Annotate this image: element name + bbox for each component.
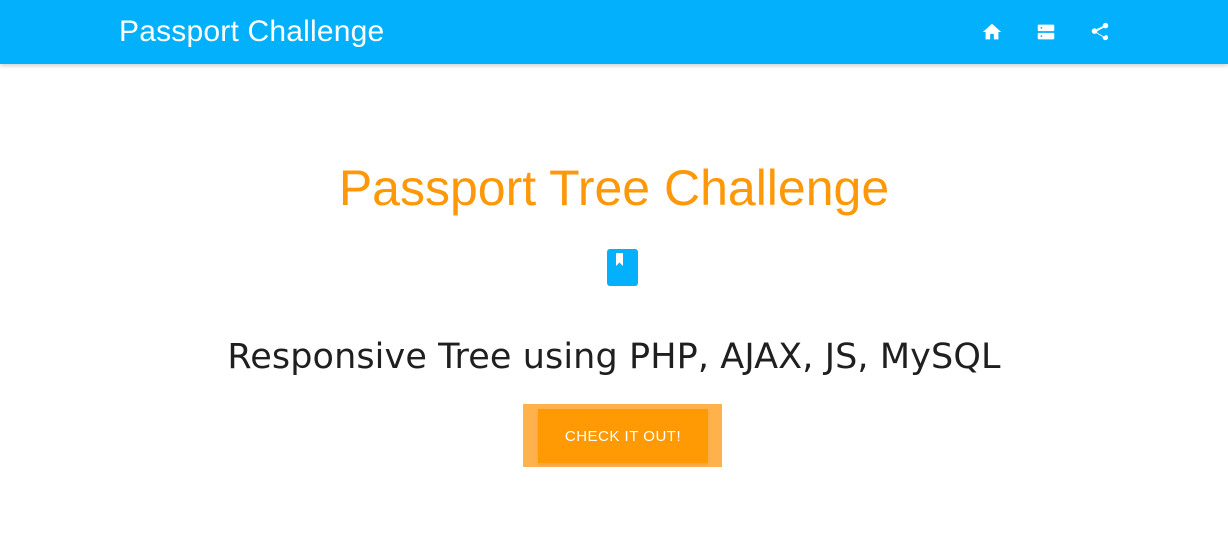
hero-title: Passport Tree Challenge [338, 160, 890, 216]
share-icon[interactable] [1084, 16, 1116, 48]
home-icon[interactable] [976, 16, 1008, 48]
brand-link[interactable]: Passport Challenge [119, 13, 384, 51]
server-icon[interactable] [1030, 16, 1062, 48]
cta-focus-ring: CHECK IT OUT! [523, 404, 722, 467]
check-it-out-button[interactable]: CHECK IT OUT! [538, 409, 708, 463]
nav-icon-group [976, 16, 1116, 48]
top-navbar: Passport Challenge [0, 0, 1228, 64]
hero-subtitle: Responsive Tree using PHP, AJAX, JS, MyS… [227, 337, 1001, 377]
book-icon [607, 249, 638, 286]
